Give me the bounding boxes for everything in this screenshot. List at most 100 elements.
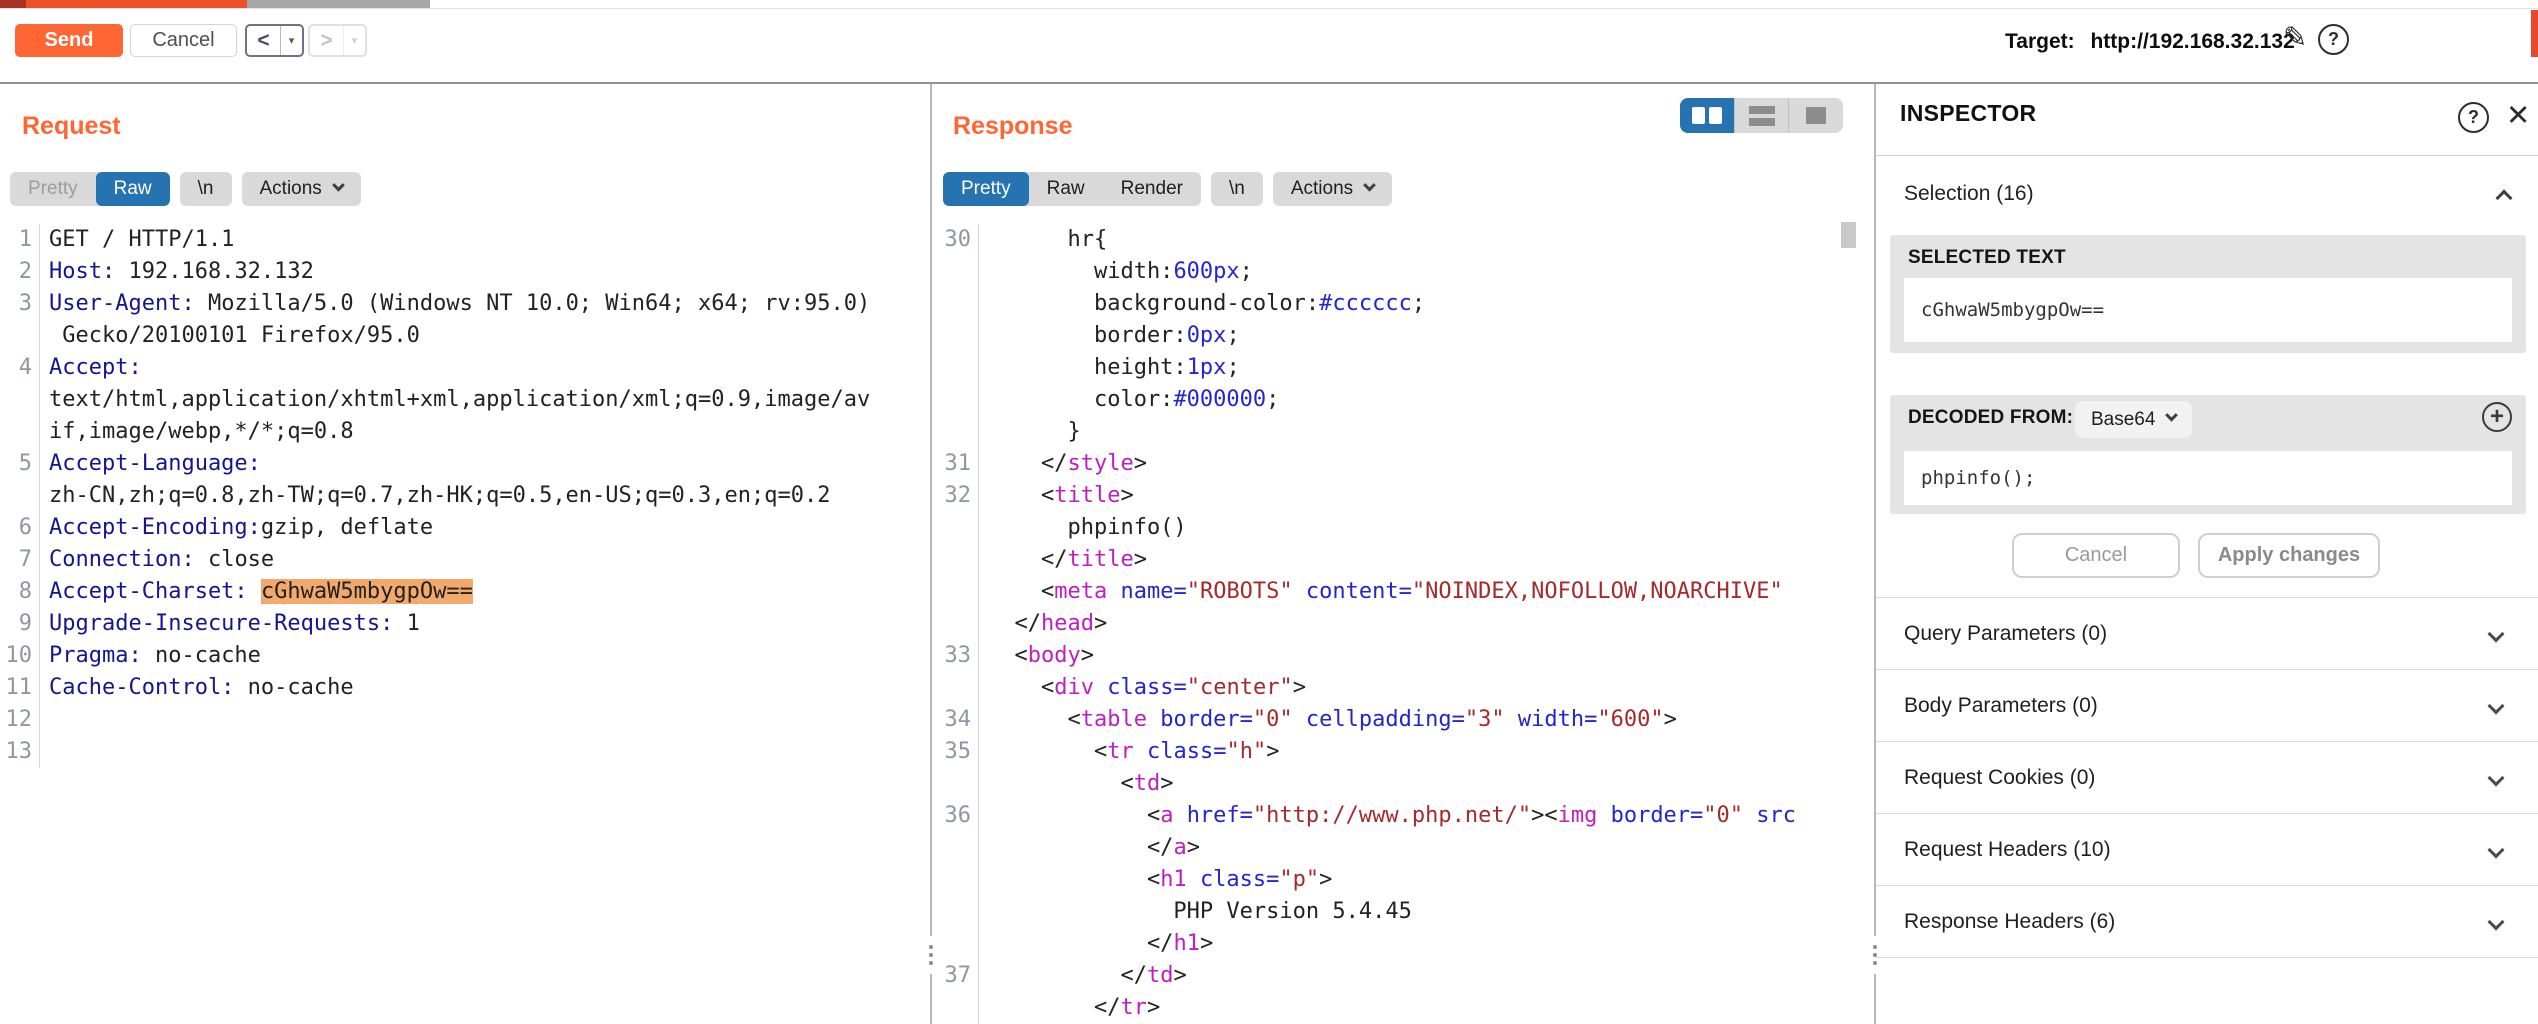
code-text: <td> [988, 771, 1174, 796]
code-text: Cache-Control: no-cache [49, 675, 354, 700]
code-text: GET / HTTP/1.1 [49, 227, 235, 252]
line-number: 32 [933, 480, 979, 512]
response-tabbar: Pretty Raw Render \n Actions [943, 172, 1393, 206]
line-number [933, 608, 979, 640]
tab-n[interactable]: \n [180, 172, 232, 206]
decoding-format-value: Base64 [2091, 408, 2156, 430]
tab-pretty[interactable]: Pretty [10, 172, 96, 206]
code-text: <meta name="ROBOTS" content="NOINDEX,NOF… [988, 579, 1783, 604]
target-label: Target: [2005, 30, 2075, 53]
response-editor[interactable]: 30 hr{ width:600px; background-color:#cc… [933, 224, 1838, 1024]
line-number: 30 [933, 224, 979, 256]
help-icon[interactable]: ? [2318, 24, 2349, 55]
code-line: 2 Host: 192.168.32.132 [0, 256, 926, 288]
send-button[interactable]: Send [15, 24, 123, 57]
cancel-request-button[interactable]: Cancel [130, 24, 237, 57]
selected-text-field[interactable]: cGhwaW5mbygpOw== [1904, 278, 2512, 342]
response-scrollbar-thumb[interactable] [1841, 222, 1856, 248]
line-number [933, 928, 979, 960]
line-number [933, 256, 979, 288]
layout-rows-button[interactable] [1735, 98, 1790, 133]
tab-actions[interactable]: Actions [242, 172, 361, 206]
line-number: 10 [0, 640, 40, 672]
chevron-up-icon[interactable] [2495, 189, 2513, 207]
line-number: 12 [0, 704, 40, 736]
inspector-section-request-headers[interactable]: Request Headers (10) [1876, 814, 2538, 886]
inspector-cancel-button[interactable]: Cancel [2012, 533, 2180, 578]
code-line: <div class="center"> [933, 672, 1838, 704]
inspector-section-request-cookies[interactable]: Request Cookies (0) [1876, 742, 2538, 814]
tab-label: Actions [259, 178, 322, 199]
code-text: Accept-Language: [49, 451, 261, 476]
tab-group: \n [179, 172, 232, 206]
section-label: Request Cookies (0) [1904, 765, 2096, 789]
layout-columns-button[interactable] [1680, 98, 1735, 133]
response-panel-title: Response [953, 112, 1073, 140]
tab-render[interactable]: Render [1103, 172, 1201, 206]
code-text: zh-CN,zh;q=0.8,zh-TW;q=0.7,zh-HK;q=0.5,e… [49, 483, 831, 508]
line-number [933, 768, 979, 800]
code-text: PHP Version 5.4.45 [988, 899, 1412, 924]
add-decoding-step-icon[interactable]: + [2482, 402, 2512, 432]
tab-actions[interactable]: Actions [1273, 172, 1392, 206]
tab-n[interactable]: \n [1211, 172, 1263, 206]
inspector-section-query-parameters[interactable]: Query Parameters (0) [1876, 598, 2538, 670]
line-number: 33 [933, 640, 979, 672]
line-number [0, 480, 40, 512]
code-line: 3 User-Agent: Mozilla/5.0 (Windows NT 10.… [0, 288, 926, 320]
code-text: <a href="http://www.php.net/"><img borde… [988, 803, 1797, 828]
back-arrow-icon[interactable]: < [247, 26, 280, 55]
tab-strip-segment-orange [26, 0, 247, 8]
code-line: </a> [933, 832, 1838, 864]
code-line: 31 </style> [933, 448, 1838, 480]
tab-raw[interactable]: Raw [1029, 172, 1103, 206]
selection-section-header[interactable]: Selection (16) [1904, 182, 2034, 206]
code-line: </tr> [933, 992, 1838, 1024]
code-line: zh-CN,zh;q=0.8,zh-TW;q=0.7,zh-HK;q=0.5,e… [0, 480, 926, 512]
chevron-down-icon [2487, 697, 2505, 714]
inspector-close-icon[interactable]: ✕ [2506, 98, 2530, 133]
section-label: Request Headers (10) [1904, 837, 2111, 861]
decoding-format-dropdown[interactable]: Base64 [2075, 401, 2193, 438]
tab-strip-divider [0, 8, 2538, 9]
line-number [933, 384, 979, 416]
code-text: <table border="0" cellpadding="3" width=… [988, 707, 1677, 732]
code-line: background-color:#cccccc; [933, 288, 1838, 320]
history-back-split-button[interactable]: < ▾ [245, 24, 304, 57]
code-line: text/html,application/xhtml+xml,applicat… [0, 384, 926, 416]
inspector-section-response-headers[interactable]: Response Headers (6) [1876, 886, 2538, 958]
chevron-down-icon [2487, 625, 2505, 642]
forward-dropdown-caret-icon[interactable]: ▾ [343, 26, 365, 55]
request-editor[interactable]: 1 GET / HTTP/1.1 2 Host: 192.168.32.132 3 Use… [0, 224, 926, 1024]
line-number [0, 320, 40, 352]
code-line: 1 GET / HTTP/1.1 [0, 224, 926, 256]
code-text: border:0px; [988, 323, 1240, 348]
apply-changes-button[interactable]: Apply changes [2198, 533, 2380, 578]
tab-raw[interactable]: Raw [95, 172, 170, 206]
history-forward-split-button[interactable]: > ▾ [308, 24, 367, 57]
code-text: Host: 192.168.32.132 [49, 259, 314, 284]
splitter-grip-icon[interactable] [924, 936, 938, 974]
tab-pretty[interactable]: Pretty [943, 172, 1029, 206]
right-edge-accent-bar [2531, 10, 2538, 57]
columns-layout-icon [1708, 107, 1722, 124]
forward-arrow-icon[interactable]: > [310, 26, 343, 55]
decoded-value-field[interactable]: phpinfo(); [1904, 451, 2512, 505]
tab-label: Render [1120, 178, 1183, 199]
code-text: Accept-Encoding:gzip, deflate [49, 515, 434, 540]
target-value: http://192.168.32.132 [2090, 30, 2295, 53]
layout-single-button[interactable] [1789, 98, 1843, 133]
section-label: Body Parameters (0) [1904, 693, 2098, 717]
request-response-divider [930, 84, 932, 1024]
inspector-section-body-parameters[interactable]: Body Parameters (0) [1876, 670, 2538, 742]
code-text: User-Agent: Mozilla/5.0 (Windows NT 10.0… [49, 291, 871, 316]
back-dropdown-caret-icon[interactable]: ▾ [280, 26, 302, 55]
line-number: 3 [0, 288, 40, 320]
edit-target-pencil-icon[interactable]: ✎ [2283, 20, 2307, 55]
code-text: </title> [988, 547, 1147, 572]
code-line: 34 <table border="0" cellpadding="3" wid… [933, 704, 1838, 736]
inspector-help-icon[interactable]: ? [2458, 102, 2489, 133]
selected-text-card: SELECTED TEXT cGhwaW5mbygpOw== [1890, 235, 2526, 353]
